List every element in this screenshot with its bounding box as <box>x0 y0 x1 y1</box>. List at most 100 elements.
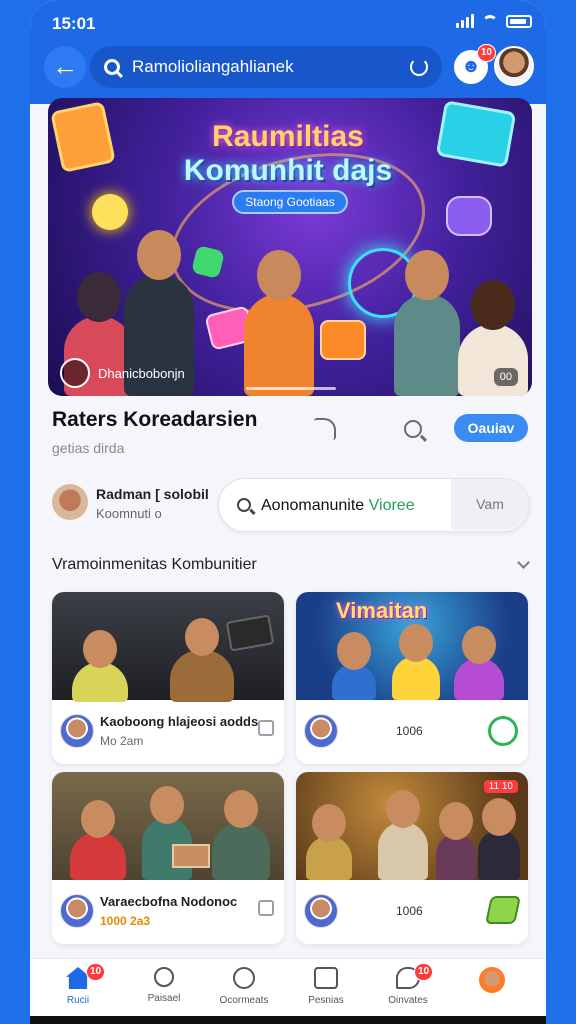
floating-screen-decoration <box>435 100 517 168</box>
page-subtitle: getias dirda <box>52 440 125 456</box>
creator-meta: Koomnuti o <box>96 506 162 521</box>
creator-row: Radman [ solobil Koomnuti o Aonomanunite… <box>52 478 532 532</box>
hero-title: Raumiltias Komunhit dajs <box>138 120 438 188</box>
thumbnail-label: Vimaitan <box>336 598 428 623</box>
video-thumbnail: Vimaitan <box>296 592 528 700</box>
person-figure <box>436 802 476 880</box>
assistant-button[interactable]: ☻ 10 <box>454 44 496 84</box>
tab-badge: 10 <box>86 963 106 981</box>
person-figure <box>394 250 460 396</box>
list-icon <box>314 967 338 989</box>
lightbulb-decoration <box>92 194 128 230</box>
tab-badge: 10 <box>414 963 434 981</box>
person-figure <box>458 280 528 396</box>
hero-title-line-2: Komunhit dajs <box>183 154 393 187</box>
chat-bubble-icon[interactable] <box>488 716 518 746</box>
search-text: Ramolioliangahlianek <box>132 57 294 76</box>
video-title: Kaoboong hlajeosi aodds <box>100 714 259 729</box>
channel-avatar[interactable] <box>60 714 94 748</box>
follow-button[interactable]: Oauiav <box>454 414 528 442</box>
channel-avatar[interactable] <box>60 894 94 928</box>
video-views: 1006 <box>396 724 423 738</box>
video-thumbnail <box>52 592 284 702</box>
wifi-icon <box>482 15 498 27</box>
search-icon <box>154 967 174 987</box>
tab-label: Oinvates <box>388 995 428 1006</box>
bottom-tab-bar: 10 Rucii Paisael Ocormeats Pesnias 10 Oi… <box>30 958 546 1016</box>
person-figure <box>70 800 126 880</box>
hero-title-line-1: Raumiltias <box>212 120 364 153</box>
channel-avatar[interactable] <box>304 894 338 928</box>
video-card[interactable]: Kaoboong hlajeosi aodds Mo 2am <box>52 592 284 764</box>
user-avatar[interactable] <box>494 46 534 86</box>
community-search-text: Aonomanunite Vioree <box>261 497 415 515</box>
app-frame: 15:01 ← Ramolioliangahlianek ☻ 10 Raumil… <box>30 0 546 1024</box>
search-icon <box>237 498 251 512</box>
thumbnail-badge: 11 10 <box>483 780 518 793</box>
person-figure <box>72 630 128 702</box>
person-figure <box>170 618 234 702</box>
community-search-field[interactable]: Aonomanunite Vioree Vam <box>218 478 530 532</box>
next-content-strip <box>30 1016 546 1024</box>
search-icon <box>104 59 120 75</box>
gift-box-prop <box>172 844 210 868</box>
profile-avatar-icon <box>479 967 505 993</box>
person-figure <box>306 804 352 880</box>
hero-counter: 00 <box>493 368 518 386</box>
creator-name[interactable]: Radman [ solobil <box>96 486 209 502</box>
video-meta: Mo 2am <box>100 734 144 748</box>
tab-messages[interactable]: 10 Oinvates <box>368 963 448 1006</box>
refresh-icon[interactable] <box>410 58 428 76</box>
search-icon[interactable] <box>404 420 422 438</box>
video-card[interactable]: Vimaitan 1006 <box>296 592 528 764</box>
community-search-action[interactable]: Vam <box>451 479 529 530</box>
tab-profile[interactable] <box>452 967 532 999</box>
notification-badge: 10 <box>476 44 496 62</box>
section-header[interactable]: Vramoinmenitas Kombunitier <box>52 556 532 580</box>
channel-avatar[interactable] <box>304 714 338 748</box>
tab-posts[interactable]: Pesnias <box>286 967 366 1006</box>
person-figure <box>332 632 376 700</box>
person-figure <box>392 624 440 700</box>
person-figure <box>212 790 270 880</box>
floating-bag-decoration <box>446 196 492 236</box>
tablet-prop <box>225 614 275 652</box>
floating-box-decoration <box>320 320 366 360</box>
signal-icon <box>456 14 474 28</box>
community-search-highlight: Vioree <box>368 497 415 514</box>
tab-moments[interactable]: Ocormeats <box>204 967 284 1006</box>
video-card[interactable]: 11 10 1006 <box>296 772 528 944</box>
video-thumbnail: 11 10 <box>296 772 528 880</box>
tab-search[interactable]: Paisael <box>124 967 204 1004</box>
video-meta: 1000 2a3 <box>100 914 151 928</box>
hero-caption: Dhanicbobonjn <box>60 358 185 388</box>
status-icons <box>456 14 532 28</box>
share-icon[interactable] <box>258 720 274 736</box>
creator-avatar[interactable] <box>52 484 88 520</box>
hero-caption-text: Dhanicbobonjn <box>98 365 185 381</box>
section-title: Vramoinmenitas Kombunitier <box>52 556 257 573</box>
video-thumbnail <box>52 772 284 880</box>
tag-icon[interactable] <box>485 896 521 924</box>
tab-label: Pesnias <box>308 995 344 1006</box>
share-icon[interactable] <box>258 900 274 916</box>
tab-home[interactable]: 10 Rucii <box>38 963 118 1006</box>
chevron-down-icon[interactable] <box>517 556 530 569</box>
video-card[interactable]: Varaecbofna Nodonoc 1000 2a3 <box>52 772 284 944</box>
search-input[interactable]: Ramolioliangahlianek <box>90 46 442 88</box>
share-icon[interactable] <box>314 418 336 440</box>
battery-icon <box>506 14 532 28</box>
video-title: Varaecbofna Nodonoc <box>100 894 238 909</box>
person-figure <box>454 626 504 700</box>
tab-label: Ocormeats <box>219 995 269 1006</box>
status-bar: 15:01 <box>52 12 532 34</box>
carousel-indicator <box>246 387 336 390</box>
tab-label: Paisael <box>147 993 181 1004</box>
hero-pill-button[interactable]: Staong Gootiaas <box>232 190 348 214</box>
top-bar: ← Ramolioliangahlianek ☻ 10 <box>44 44 534 90</box>
person-figure <box>378 790 428 880</box>
video-views: 1006 <box>396 904 423 918</box>
back-button[interactable]: ← <box>44 46 86 88</box>
hero-banner[interactable]: Raumiltias Komunhit dajs Staong Gootiaas… <box>48 98 532 396</box>
tab-label: Rucii <box>66 995 90 1006</box>
